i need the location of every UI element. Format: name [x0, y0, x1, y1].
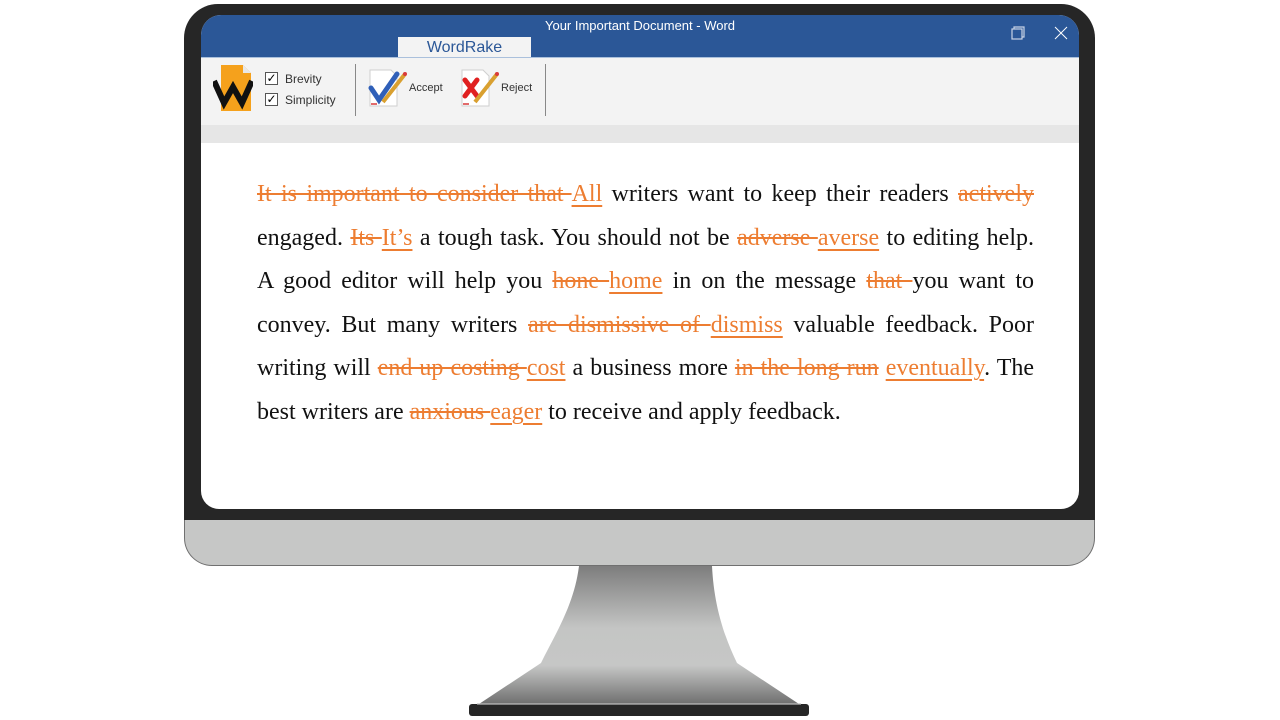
ruler-strip: [201, 125, 1079, 143]
body-text: in on the message: [662, 268, 867, 295]
inserted-text[interactable]: All: [572, 181, 603, 207]
deleted-text[interactable]: in the long run: [735, 355, 879, 381]
restore-icon: [1011, 26, 1025, 40]
inserted-text[interactable]: cost: [527, 355, 566, 381]
simplicity-label: Simplicity: [285, 92, 336, 107]
deleted-text[interactable]: are dismissive of: [528, 312, 711, 338]
inserted-text[interactable]: It’s: [382, 225, 413, 251]
rake-options: ✓ Brevity ✓ Simplicity: [265, 68, 336, 110]
close-button[interactable]: [1051, 23, 1071, 43]
inserted-text[interactable]: home: [609, 268, 662, 294]
ribbon-divider: [545, 64, 546, 116]
deleted-text[interactable]: anxious: [410, 399, 491, 425]
reject-button[interactable]: Reject: [459, 68, 532, 108]
restore-button[interactable]: [1007, 23, 1027, 43]
inserted-text[interactable]: dismiss: [711, 312, 783, 338]
tab-wordrake[interactable]: WordRake: [398, 37, 531, 57]
inserted-text[interactable]: eager: [490, 399, 542, 425]
brevity-option[interactable]: ✓ Brevity: [265, 68, 336, 89]
accept-label: Accept: [409, 82, 443, 94]
word-window: Your Important Document - Word WordRake …: [201, 15, 1079, 509]
accept-button[interactable]: Accept: [367, 68, 443, 108]
simplicity-checkbox[interactable]: ✓: [265, 93, 278, 106]
deleted-text[interactable]: adverse: [737, 225, 818, 251]
window-title: Your Important Document - Word: [544, 18, 736, 33]
brevity-checkbox[interactable]: ✓: [265, 72, 278, 85]
body-text: a tough task. You should not be: [412, 224, 738, 251]
body-text: a business more: [565, 355, 735, 382]
reject-label: Reject: [501, 82, 533, 94]
document-body[interactable]: It is important to consider that All wri…: [257, 173, 1034, 435]
inserted-text[interactable]: averse: [818, 225, 879, 251]
title-bar: Your Important Document - Word WordRake: [201, 15, 1079, 57]
simplicity-option[interactable]: ✓ Simplicity: [265, 89, 336, 110]
deleted-text[interactable]: end up costing: [378, 355, 527, 381]
ribbon: ✓ Brevity ✓ Simplicity Accept Reject: [201, 57, 1079, 125]
inserted-text[interactable]: eventually: [886, 355, 984, 381]
reject-icon: [461, 69, 499, 107]
body-text: [879, 355, 886, 381]
monitor-chin: [184, 520, 1095, 566]
body-text: to receive and apply feedback.: [542, 398, 841, 425]
wordrake-logo-icon: [213, 65, 253, 111]
deleted-text[interactable]: It is important to consider that: [257, 181, 572, 207]
accept-icon: [368, 69, 407, 107]
deleted-text[interactable]: hone: [552, 268, 609, 294]
deleted-text[interactable]: actively: [958, 181, 1034, 207]
ribbon-divider: [355, 64, 356, 116]
monitor-stand: [469, 566, 809, 716]
body-text: engaged.: [257, 224, 351, 251]
deleted-text[interactable]: that: [866, 268, 912, 294]
deleted-text[interactable]: Its: [350, 225, 381, 251]
close-icon: [1054, 26, 1068, 40]
brevity-label: Brevity: [285, 71, 322, 86]
body-text: writers want to keep their readers: [602, 181, 959, 207]
